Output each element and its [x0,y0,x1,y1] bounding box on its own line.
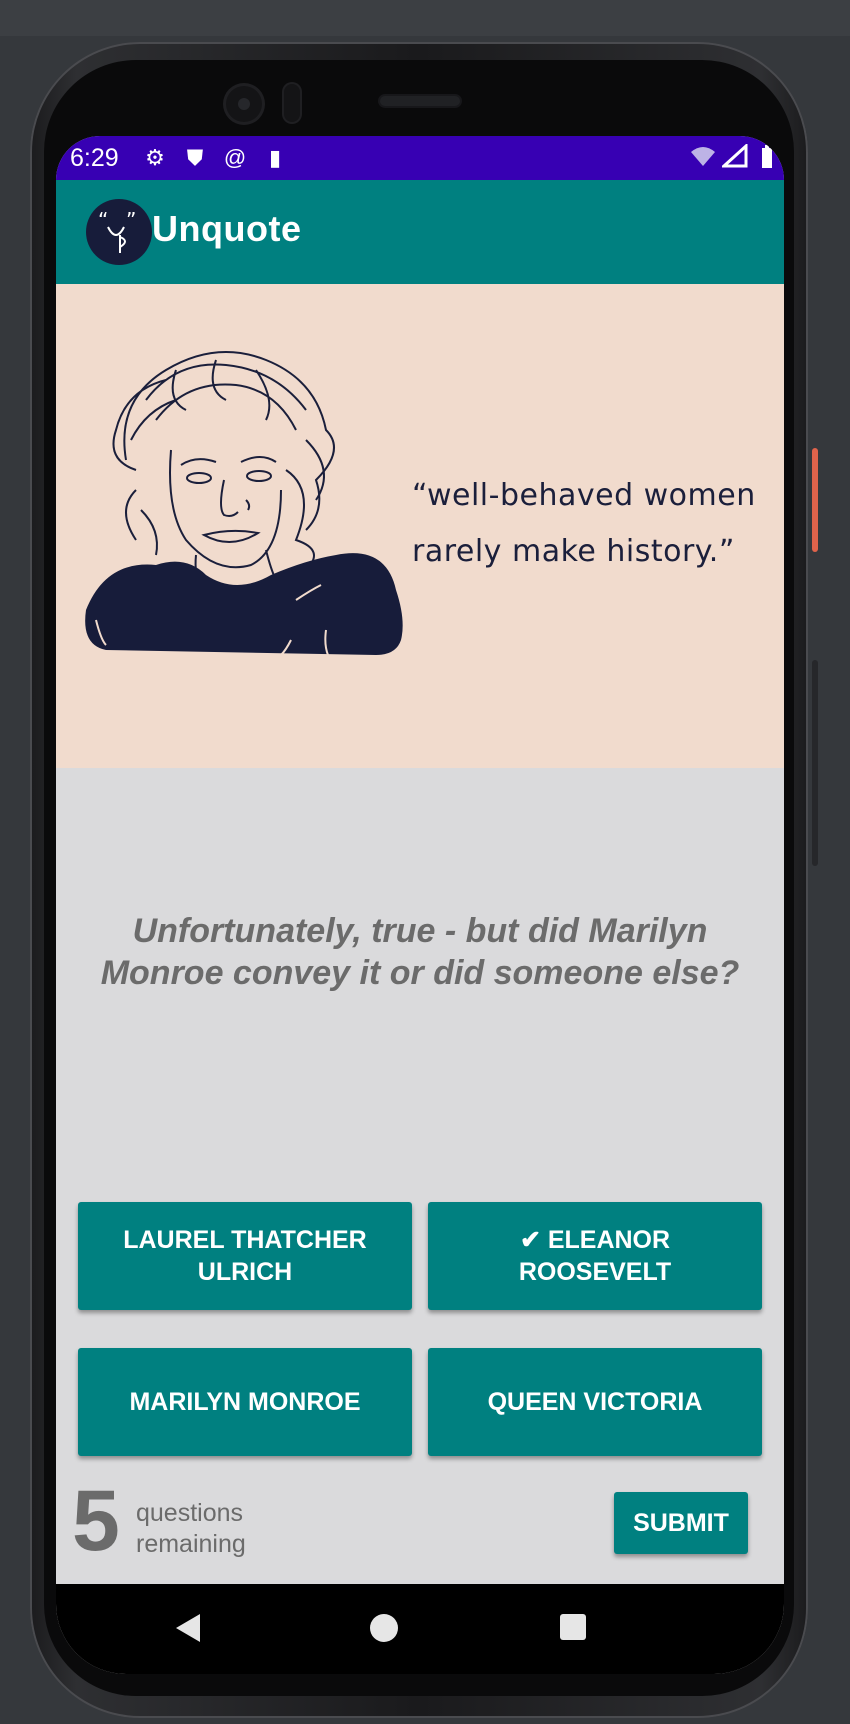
question-text: Unfortunately, true - but did Marilyn Mo… [100,912,740,992]
navigation-bar [56,1584,784,1674]
sd-card-icon: ▮ [268,145,282,170]
unquote-logo-icon: “ ” [98,208,136,253]
app-logo: “ ” [86,199,152,265]
wifi-icon [690,144,716,175]
quote-line-1: “well-behaved women [412,478,756,513]
back-icon[interactable] [176,1614,200,1642]
quote-panel: “well-behaved women rarely make history.… [56,284,784,768]
at-icon: @ [223,145,247,170]
answer-button-0[interactable]: LAUREL THATCHER ULRICH [78,1202,412,1310]
portrait-illustration [85,351,403,656]
gear-icon: ⚙ [145,145,165,170]
submit-button[interactable]: SUBMIT [614,1492,748,1554]
phone-screen: 6:29 ⚙ ⛊ @ ▮ “ ” Unquote “well-behaved w… [56,136,784,1674]
proximity-sensor [284,84,300,122]
recents-icon[interactable] [560,1614,586,1640]
svg-text:“: “ [98,208,108,232]
app-title: Unquote [152,208,302,249]
status-icons-left: ⚙ ⛊ @ ▮ [142,144,288,172]
front-camera-icon [226,86,262,122]
signal-icon [720,142,748,175]
earpiece-speaker [380,96,460,106]
emulator-top-bar [0,0,850,36]
shield-icon: ⛊ [186,145,204,170]
power-button[interactable] [812,448,818,552]
status-time: 6:29 [70,144,119,172]
quote-line-2: rarely make history.” [412,534,735,569]
quote-text: “well-behaved women rarely make history.… [412,468,772,580]
answer-button-2[interactable]: MARILYN MONROE [78,1348,412,1456]
status-icons-right [690,142,780,175]
battery-icon [754,144,780,175]
remaining-label: questions remaining [136,1499,246,1558]
home-icon[interactable] [370,1614,398,1642]
volume-button[interactable] [812,660,818,866]
answer-button-3[interactable]: QUEEN VICTORIA [428,1348,762,1456]
svg-text:”: ” [126,208,136,232]
remaining-count: 5 [72,1473,120,1569]
app-bar: “ ” Unquote [56,180,784,284]
answer-button-1[interactable]: ✔ ELEANOR ROOSEVELT [428,1202,762,1310]
status-bar: 6:29 ⚙ ⛊ @ ▮ [56,136,784,180]
